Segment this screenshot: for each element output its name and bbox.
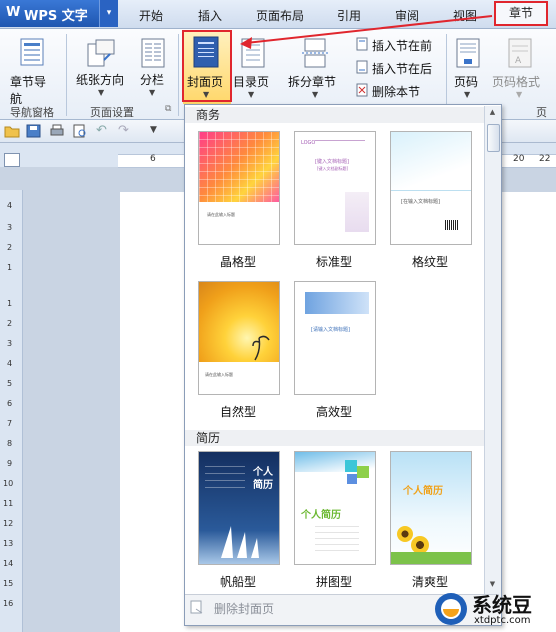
gallery-scrollbar[interactable]: ▲ ▼ <box>484 106 501 602</box>
section-header-business: 商务 <box>185 107 485 123</box>
cover-template-efficient[interactable]: [请输入文档标题] 高效型 <box>294 281 378 421</box>
customize-toolbar-icon[interactable]: ▼ <box>150 125 157 135</box>
cover-page-gallery: 商务 请在此输入标题 晶格型 LOGO [键入文档标题] [键入文档副标题] 标… <box>184 104 502 626</box>
ruler-mark: 3 <box>7 223 13 232</box>
redo-icon[interactable]: ↷ <box>118 123 129 138</box>
print-preview-icon[interactable] <box>72 124 88 138</box>
watermark-logo-icon <box>435 593 467 625</box>
ruler-mark: 2 <box>7 243 13 252</box>
watermark: 系统豆 xtdptc.com <box>430 584 556 632</box>
template-thumbnail: 个人简历 <box>294 451 376 565</box>
ruler-mark: 12 <box>3 519 14 528</box>
save-icon[interactable] <box>26 124 42 138</box>
scroll-thumb[interactable] <box>487 124 500 152</box>
ruler-mark: 8 <box>7 439 13 448</box>
template-thumbnail: 个人简历 <box>390 451 472 565</box>
template-thumbnail: 请在此输入标题 <box>198 131 280 245</box>
template-label: 拼图型 <box>315 575 352 589</box>
section-title: 商务 <box>196 108 221 122</box>
template-label: 格纹型 <box>411 255 448 269</box>
template-thumbnail: 个人简历 <box>198 451 280 565</box>
watermark-url: xtdptc.com <box>474 615 531 626</box>
watermark-text: 系统豆 <box>472 593 532 617</box>
print-icon[interactable] <box>49 124 65 138</box>
scroll-up-icon[interactable]: ▲ <box>487 108 498 120</box>
ruler-mark: 6 <box>7 399 13 408</box>
ruler-mark: 2 <box>7 319 13 328</box>
ruler-mark: 5 <box>7 379 13 388</box>
ruler-mark: 1 <box>7 299 13 308</box>
ruler-mark: 4 <box>7 201 13 210</box>
ruler-mark: 11 <box>3 499 14 508</box>
ruler-mark: 4 <box>7 359 13 368</box>
ruler-mark: 10 <box>3 479 14 488</box>
open-folder-icon[interactable] <box>4 124 20 138</box>
vertical-ruler-marks: 4 3 2 1 1 2 3 4 5 6 7 8 9 10 11 12 13 14… <box>3 190 19 632</box>
annotation-arrow <box>240 15 493 49</box>
template-thumbnail: [请输入文档标题] <box>294 281 376 395</box>
ruler-mark: 22 <box>539 154 551 164</box>
ruler-mark: 13 <box>3 539 14 548</box>
cover-template-sailboat[interactable]: 个人简历 帆船型 <box>198 451 282 591</box>
section-header-resume: 简历 <box>185 430 485 446</box>
cover-template-lattice[interactable]: 请在此输入标题 晶格型 <box>198 131 282 271</box>
ruler-mark: 6 <box>150 154 156 164</box>
ruler-mark: 7 <box>7 419 13 428</box>
template-thumbnail: 请在此输入标题 <box>198 281 280 395</box>
undo-icon[interactable]: ↶ <box>96 123 107 138</box>
cover-template-standard[interactable]: LOGO [键入文档标题] [键入文档副标题] 标准型 <box>294 131 378 271</box>
cover-template-fresh[interactable]: 个人简历 清爽型 <box>390 451 474 591</box>
template-label: 晶格型 <box>219 255 256 269</box>
ruler-mark: 9 <box>7 459 13 468</box>
tab-stop-selector-icon[interactable] <box>4 153 20 167</box>
ruler-mark: 3 <box>7 339 13 348</box>
delete-cover-icon <box>190 600 203 614</box>
ruler-mark: 15 <box>3 579 14 588</box>
section-title: 简历 <box>196 431 221 445</box>
delete-cover-button[interactable]: 删除封面页 <box>188 599 388 617</box>
ruler-mark: 1 <box>7 263 13 272</box>
cover-template-nature[interactable]: 请在此输入标题 自然型 <box>198 281 282 421</box>
template-label: 自然型 <box>219 405 256 419</box>
template-label: 标准型 <box>315 255 352 269</box>
ruler-mark: 20 <box>513 154 525 164</box>
template-thumbnail: [在输入文档标题] <box>390 131 472 245</box>
template-thumbnail: LOGO [键入文档标题] [键入文档副标题] <box>294 131 376 245</box>
template-label: 帆船型 <box>219 575 256 589</box>
ruler-mark: 16 <box>3 599 14 608</box>
cover-template-puzzle[interactable]: 个人简历 拼图型 <box>294 451 378 591</box>
ruler-mark: 14 <box>3 559 14 568</box>
delete-cover-label: 删除封面页 <box>214 602 275 616</box>
template-label: 高效型 <box>315 405 352 419</box>
cover-template-plaid[interactable]: [在输入文档标题] 格纹型 <box>390 131 474 271</box>
